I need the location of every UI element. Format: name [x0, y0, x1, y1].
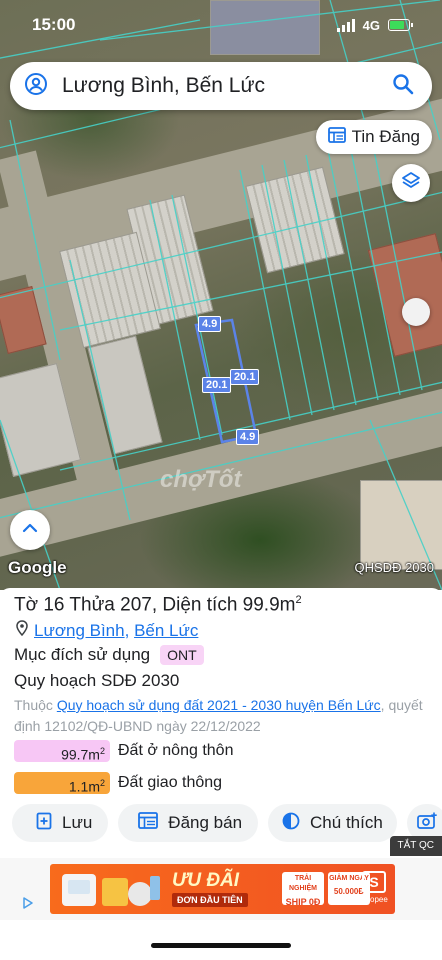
search-icon[interactable] — [392, 73, 414, 100]
legend-label: Chú thích — [310, 813, 383, 832]
save-label: Lưu — [62, 813, 93, 832]
listings-icon — [327, 126, 346, 148]
status-bar: 15:00 4G — [0, 0, 442, 50]
ad-banner[interactable]: ƯU ĐÃI ĐƠN ĐẦU TIÊN TRẢI NGHIỆM SHIP 0Đ … — [50, 864, 395, 914]
save-button[interactable]: Lưu — [12, 804, 109, 842]
signal-icon — [336, 18, 355, 32]
close-ad-button[interactable]: TẮT QC — [389, 836, 442, 856]
ad-choices-icon[interactable] — [22, 896, 34, 914]
shopee-label: Shopee — [360, 895, 388, 904]
ad-banner-container[interactable]: ƯU ĐÃI ĐƠN ĐẦU TIÊN TRẢI NGHIỆM SHIP 0Đ … — [0, 858, 442, 920]
status-time: 15:00 — [32, 15, 76, 34]
google-logo: Google — [8, 558, 67, 577]
shopee-logo: S Shopee — [359, 871, 389, 907]
legend-button[interactable]: Chú thích — [268, 804, 397, 842]
dimension-label: 20.1 — [202, 377, 232, 393]
layers-icon — [401, 171, 421, 196]
coupon-main: SHIP 0Đ — [285, 897, 321, 907]
ad-headline: ƯU ĐÃI — [172, 870, 240, 891]
expand-panel-button[interactable] — [10, 510, 50, 550]
chevron-up-icon — [22, 521, 38, 539]
listings-label: Tin Đăng — [351, 127, 420, 146]
ad-subline: ĐƠN ĐẦU TIÊN — [172, 893, 248, 907]
watermark: chợTốt — [160, 466, 242, 493]
ad-coupon: TRẢI NGHIỆM SHIP 0Đ — [282, 872, 324, 907]
contrast-icon — [282, 812, 300, 835]
sell-label: Đăng bán — [168, 813, 243, 832]
layers-button[interactable] — [392, 164, 430, 202]
map-layer-label: QHSDĐ 2030 — [354, 560, 434, 575]
battery-icon — [388, 19, 413, 31]
search-bar[interactable]: Lương Bình, Bến Lức — [10, 62, 432, 110]
action-chips: Lưu Đăng bán Chú thích — [12, 804, 442, 842]
status-indicators: 4G — [336, 17, 413, 33]
dimension-label: 20.1 — [230, 369, 260, 385]
opacity-slider-handle[interactable] — [402, 298, 430, 326]
network-type: 4G — [362, 17, 380, 33]
map-view[interactable]: 4.9 20.1 20.1 4.9 chợTốt 15:00 4G Lương … — [0, 0, 442, 590]
parcel-info-panel: Tờ 16 Thửa 207, Diện tích 99.9m2 Lương B… — [0, 588, 442, 858]
coupon-top: TRẢI NGHIỆM — [289, 875, 317, 892]
add-photo-icon — [416, 812, 437, 835]
actions-scroll[interactable]: Lưu Đăng bán Chú thích — [0, 588, 442, 858]
add-bookmark-icon — [36, 812, 52, 835]
account-icon[interactable] — [24, 72, 48, 101]
search-input[interactable]: Lương Bình, Bến Lức — [62, 74, 392, 98]
ad-product-image — [54, 868, 164, 910]
shopee-bag-icon: S — [362, 871, 386, 893]
dimension-label: 4.9 — [198, 316, 222, 332]
listing-table-icon — [138, 812, 159, 834]
listings-button[interactable]: Tin Đăng — [315, 120, 432, 154]
sell-button[interactable]: Đăng bán — [118, 804, 259, 842]
dimension-label: 4.9 — [236, 429, 260, 445]
home-indicator[interactable] — [151, 943, 291, 948]
home-area — [0, 920, 442, 960]
